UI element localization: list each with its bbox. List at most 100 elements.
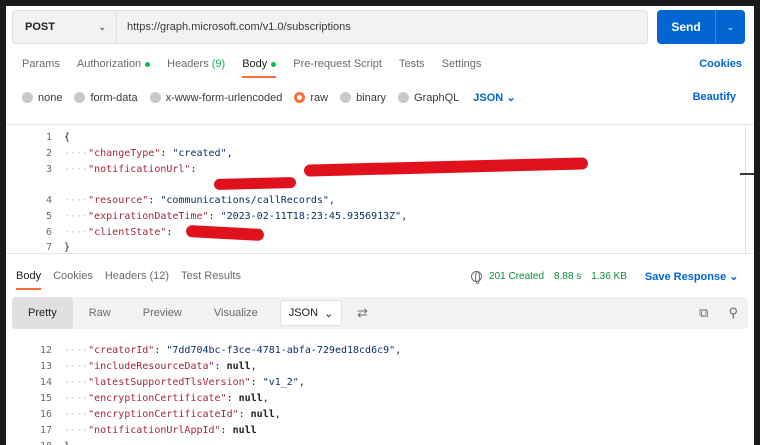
code-line: } <box>64 441 70 445</box>
line-number: 1 <box>45 132 52 143</box>
tab-body[interactable]: Body <box>242 58 277 78</box>
response-view-toolbar: Pretty Raw Preview Visualize JSON ⌄ ⇄ ⧉ … <box>12 297 748 329</box>
json-value: "2023-02-11T18:23:45.9356913Z" <box>220 211 402 222</box>
request-body-editor[interactable]: 1 2 3 4 5 6 7 { ····"changeType": "creat… <box>6 124 754 254</box>
response-size[interactable]: 1.36 KB <box>591 271 627 282</box>
response-format-select[interactable]: JSON ⌄ <box>279 300 343 326</box>
line-number: 17 <box>39 425 52 436</box>
close-brace: } <box>64 441 70 445</box>
code-line: { <box>64 132 70 143</box>
tab-params[interactable]: Params <box>22 58 60 78</box>
response-tabs: Body Cookies Headers (12) Test Results <box>16 270 253 290</box>
view-raw[interactable]: Raw <box>73 297 127 329</box>
code-line: ····"latestSupportedTlsVersion": "v1_2", <box>64 377 305 388</box>
response-tab-test-results[interactable]: Test Results <box>181 270 241 290</box>
globe-icon[interactable] <box>471 271 482 284</box>
json-key: "changeType" <box>88 148 161 159</box>
tab-body-label: Body <box>242 58 268 70</box>
save-response-label: Save Response <box>644 271 727 283</box>
response-actions: ⧉ ⚲ <box>699 297 738 329</box>
editor-scrollbar[interactable] <box>745 125 746 253</box>
json-value: "v1_2" <box>262 377 299 388</box>
line-number: 2 <box>45 148 52 159</box>
search-icon[interactable]: ⚲ <box>728 305 738 321</box>
radio-binary[interactable]: binary <box>340 92 386 104</box>
indent-guide: ···· <box>64 361 89 372</box>
json-value: null <box>226 361 251 372</box>
response-time[interactable]: 8.88 s <box>554 271 581 282</box>
json-key: "encryptionCertificate" <box>88 393 227 404</box>
code-line: ····"notificationUrlAppId": null <box>64 425 257 436</box>
code-line: ····"creatorId": "7dd704bc-f3ce-4781-abf… <box>64 345 402 356</box>
indent-guide: ···· <box>64 377 89 388</box>
indent-guide: ···· <box>64 425 89 436</box>
response-tab-cookies[interactable]: Cookies <box>53 270 93 290</box>
line-number: 6 <box>45 227 52 238</box>
radio-form-data-label: form-data <box>90 91 138 104</box>
view-visualize[interactable]: Visualize <box>198 297 274 329</box>
code-line: ····"clientState": <box>64 227 173 238</box>
indent-guide: ···· <box>64 148 89 159</box>
chevron-down-icon: ⌄ <box>98 21 106 32</box>
tab-authorization[interactable]: Authorization <box>76 58 151 78</box>
radio-form-data[interactable]: form-data <box>74 91 138 104</box>
status-dot <box>145 61 151 67</box>
radio-none[interactable]: none <box>22 92 62 104</box>
close-brace: } <box>64 242 71 253</box>
json-key: "expirationDateTime" <box>88 211 209 222</box>
radio-urlencoded[interactable]: x-www-form-urlencoded <box>149 91 283 104</box>
json-value: null <box>250 409 275 420</box>
json-key: "clientState" <box>88 227 167 238</box>
response-tab-headers[interactable]: Headers (12) <box>105 270 169 290</box>
response-format-label: JSON <box>288 307 319 319</box>
send-button[interactable]: Send ⌄ <box>657 10 745 44</box>
headers-count: (9) <box>211 58 226 70</box>
radio-graphql[interactable]: GraphQL <box>398 92 459 104</box>
body-format-select[interactable]: JSON ⌄ <box>473 91 515 104</box>
radio-urlencoded-label: x-www-form-urlencoded <box>165 91 283 104</box>
json-key: "includeResourceData" <box>88 361 215 372</box>
json-value: "7dd704bc-f3ce-4781-abfa-729ed18cd6c9" <box>166 345 396 356</box>
json-key: "notificationUrlAppId" <box>88 425 221 436</box>
response-tab-body[interactable]: Body <box>16 270 42 290</box>
view-preview[interactable]: Preview <box>127 297 198 329</box>
tab-tests[interactable]: Tests <box>399 58 425 78</box>
tab-prerequest-script[interactable]: Pre-request Script <box>293 58 382 78</box>
chevron-down-icon: ⌄ <box>324 307 334 320</box>
radio-circle <box>149 92 161 103</box>
indent-guide: ···· <box>64 409 89 420</box>
redaction-mark <box>185 224 265 242</box>
cookies-link[interactable]: Cookies <box>699 58 742 70</box>
save-response-button[interactable]: Save Response ⌄ <box>645 270 739 283</box>
method-label: POST <box>25 21 55 33</box>
tab-authorization-label: Authorization <box>76 58 142 70</box>
json-key: "latestSupportedTlsVersion" <box>88 377 251 388</box>
line-number: 15 <box>39 393 52 404</box>
radio-none-label: none <box>38 91 63 104</box>
code-line: ····"notificationUrl": <box>64 164 197 175</box>
line-number: 12 <box>39 345 52 356</box>
wrap-lines-icon[interactable]: ⇄ <box>350 300 374 326</box>
response-scrollbar[interactable] <box>736 339 742 445</box>
json-value: "created" <box>172 148 227 159</box>
radio-raw[interactable]: raw <box>294 92 328 104</box>
json-key: "creatorId" <box>88 345 155 356</box>
line-number: 3 <box>45 164 52 175</box>
code-line: ····"includeResourceData": null, <box>64 361 257 372</box>
url-input[interactable]: https://graph.microsoft.com/v1.0/subscri… <box>117 21 351 33</box>
tab-headers[interactable]: Headers (9) <box>167 58 225 78</box>
code-line: ····"encryptionCertificate": null, <box>64 393 269 404</box>
method-select[interactable]: POST ⌄ <box>13 11 117 43</box>
beautify-button[interactable]: Beautify <box>693 91 736 103</box>
status-badge[interactable]: 201 Created <box>489 271 544 282</box>
view-pretty[interactable]: Pretty <box>12 297 73 329</box>
json-key: "resource" <box>88 195 149 206</box>
copy-icon[interactable]: ⧉ <box>699 305 708 321</box>
chevron-down-icon[interactable]: ⌄ <box>716 22 745 33</box>
code-line: } <box>64 242 70 253</box>
tab-settings[interactable]: Settings <box>442 58 482 78</box>
response-body-viewer[interactable]: 12 13 14 15 16 17 18 ····"creatorId": "7… <box>6 337 754 445</box>
indent-guide: ···· <box>64 164 89 175</box>
code-line: ····"changeType": "created", <box>64 148 233 159</box>
body-type-options: none form-data x-www-form-urlencoded raw… <box>22 91 516 104</box>
